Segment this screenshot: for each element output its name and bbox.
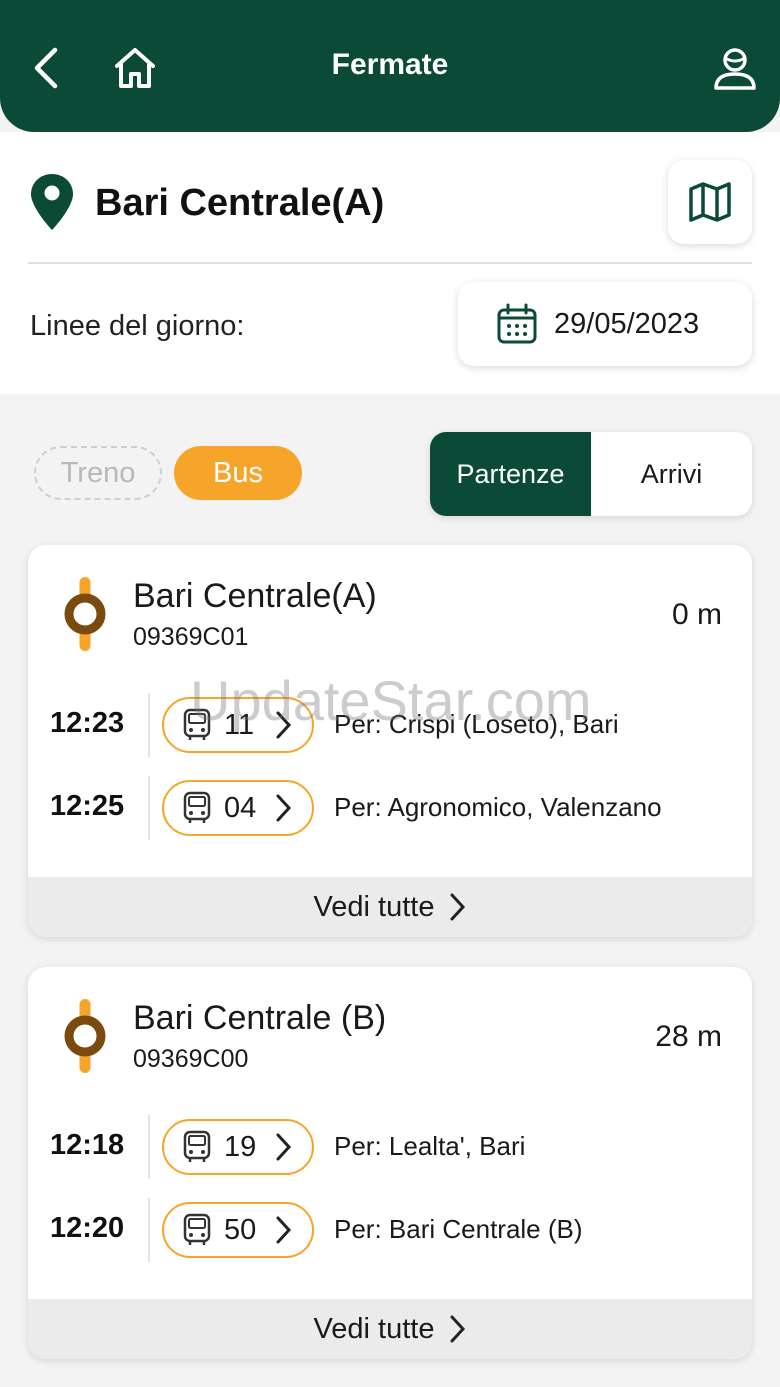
filter-bus[interactable]: Bus xyxy=(174,446,302,500)
line-number: 19 xyxy=(224,1130,257,1163)
profile-icon xyxy=(714,48,756,90)
stop-card-distance: 0 m xyxy=(671,598,722,631)
departures-arrivals-toggle: Partenze Arrivi xyxy=(430,432,752,516)
line-number: 50 xyxy=(224,1213,257,1246)
line-button[interactable]: 04 xyxy=(162,780,314,836)
stop-title: Bari Centrale(A) xyxy=(95,182,385,224)
stop-marker-icon xyxy=(64,577,106,651)
destination: Per: Crispi (Loseto), Bari xyxy=(334,709,619,739)
bus-icon xyxy=(183,708,211,740)
filter-treno[interactable]: Treno xyxy=(34,446,162,500)
tab-arrivals[interactable]: Arrivi xyxy=(591,432,752,516)
stop-card: Bari Centrale (B) 09369C00 28 m 12:18 19… xyxy=(28,967,752,1359)
stop-marker-icon xyxy=(64,999,106,1073)
chevron-right-icon xyxy=(276,1133,292,1161)
date-picker-button[interactable]: 29/05/2023 xyxy=(458,282,752,366)
chevron-right-icon xyxy=(276,794,292,822)
date-value: 29/05/2023 xyxy=(554,307,700,340)
stop-card-name: Bari Centrale (B) xyxy=(133,999,387,1037)
bus-icon xyxy=(183,791,211,823)
profile-button[interactable] xyxy=(706,40,764,96)
line-number: 11 xyxy=(224,708,255,741)
bus-icon xyxy=(183,1130,211,1162)
see-all-button[interactable]: Vedi tutte xyxy=(28,1299,752,1359)
departure-row: 12:20 50 Per: Bari Centrale (B) xyxy=(28,1198,752,1262)
departure-time: 12:25 xyxy=(50,790,125,822)
see-all-label: Vedi tutte xyxy=(313,890,435,923)
chevron-right-icon xyxy=(450,893,466,921)
line-button[interactable]: 50 xyxy=(162,1202,314,1258)
row-separator xyxy=(148,776,150,840)
stop-card-code: 09369C00 xyxy=(133,1045,249,1073)
line-button[interactable]: 19 xyxy=(162,1119,314,1175)
departure-row: 12:18 19 Per: Lealta', Bari xyxy=(28,1115,752,1179)
destination: Per: Agronomico, Valenzano xyxy=(334,792,662,822)
stop-card-distance: 28 m xyxy=(655,1020,722,1053)
stop-card-code: 09369C01 xyxy=(133,623,249,651)
stop-header: Bari Centrale(A) Linee del giorno: 29/05… xyxy=(0,132,780,394)
departure-time: 12:23 xyxy=(50,707,125,739)
divider xyxy=(28,262,752,264)
location-pin-icon xyxy=(31,174,73,230)
map-icon xyxy=(689,182,731,222)
line-number: 04 xyxy=(224,791,257,824)
departure-row: 12:25 04 Per: Agronomico, Valenzano xyxy=(28,776,752,840)
chevron-right-icon xyxy=(276,1216,292,1244)
top-bar: Fermate xyxy=(0,0,780,132)
calendar-icon xyxy=(497,303,537,344)
chevron-right-icon xyxy=(450,1315,466,1343)
bus-icon xyxy=(183,1213,211,1245)
page-title: Fermate xyxy=(331,48,449,81)
row-separator xyxy=(148,1198,150,1262)
stop-card-name: Bari Centrale(A) xyxy=(133,577,377,615)
departure-row: 12:23 11 Per: Crispi (Loseto), Bari xyxy=(28,693,752,757)
destination: Per: Lealta', Bari xyxy=(334,1131,526,1161)
line-button[interactable]: 11 xyxy=(162,697,314,753)
stop-card: Bari Centrale(A) 09369C01 0 m 12:23 11 P… xyxy=(28,545,752,937)
destination: Per: Bari Centrale (B) xyxy=(334,1214,583,1244)
row-separator xyxy=(148,693,150,757)
day-label: Linee del giorno: xyxy=(30,310,245,342)
see-all-button[interactable]: Vedi tutte xyxy=(28,877,752,937)
departure-time: 12:18 xyxy=(50,1129,125,1161)
map-button[interactable] xyxy=(668,160,752,244)
tab-departures[interactable]: Partenze xyxy=(430,432,591,516)
departure-time: 12:20 xyxy=(50,1212,125,1244)
see-all-label: Vedi tutte xyxy=(313,1312,435,1345)
chevron-right-icon xyxy=(276,711,292,739)
row-separator xyxy=(148,1115,150,1179)
